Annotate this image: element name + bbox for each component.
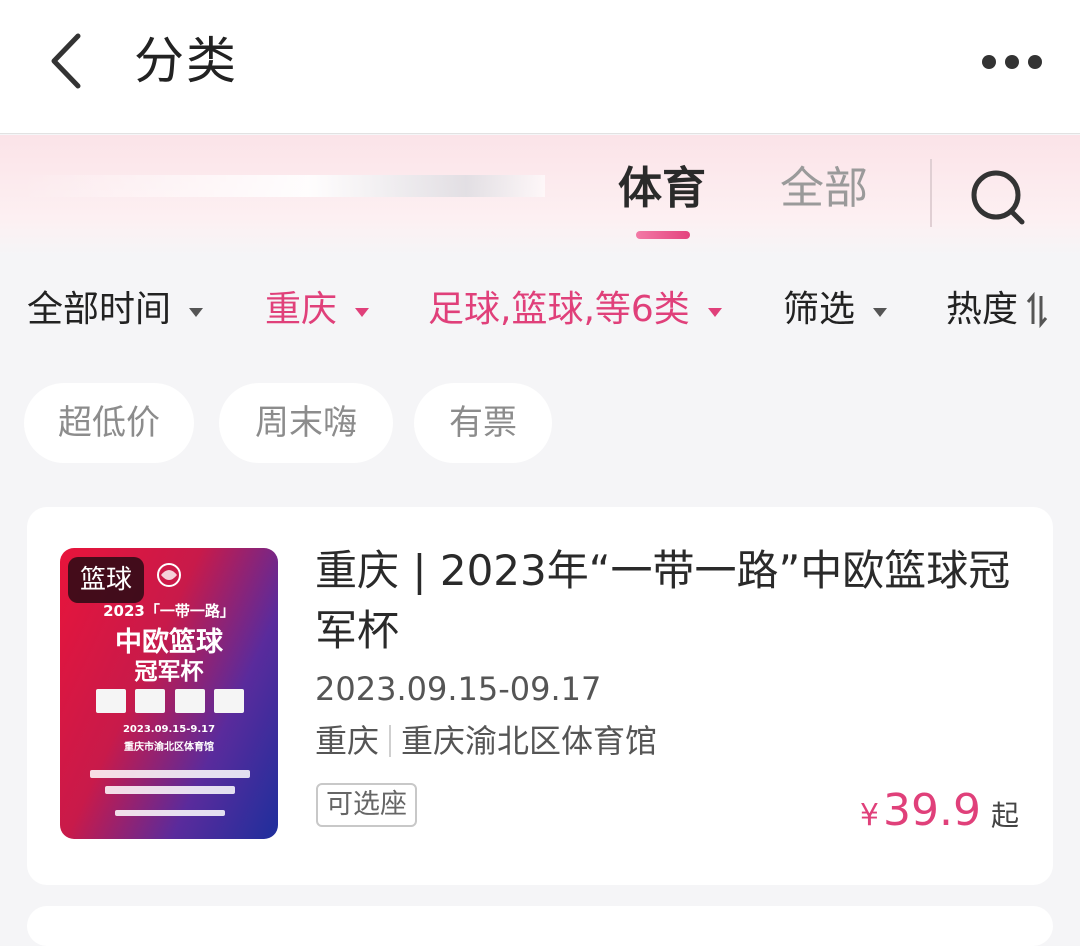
price-suffix: 起 [990,799,1019,832]
caret-down-icon [707,307,722,317]
chip-low-price[interactable]: 超低价 [24,383,194,463]
event-price: ¥ 39.9 起 [860,785,1019,836]
filter-bar: 全部时间 重庆 足球,篮球,等6类 筛选 热度 [0,280,1080,340]
filter-category[interactable]: 足球,篮球,等6类 [428,280,722,340]
price-currency: ¥ [859,798,880,833]
active-tab-indicator [636,231,690,239]
filter-time[interactable]: 全部时间 [27,280,204,340]
tab-sports[interactable]: 体育 [618,159,706,219]
category-badge: 篮球 [68,557,145,603]
team-crests [96,689,244,713]
filter-screen-label: 筛选 [783,289,856,330]
top-bar: 分类 [0,0,1080,134]
team-crest-icon [213,689,244,713]
search-icon[interactable] [968,167,1028,227]
poster-sponsor-strip [115,810,225,816]
team-crest-icon [174,689,205,713]
event-venue: 重庆渝北区体育馆 [401,722,658,760]
category-tab-bar: 体育 全部 [0,135,1080,255]
more-dots-icon[interactable] [982,50,1042,74]
event-location: 重庆 重庆渝北区体育馆 [315,719,657,763]
event-date: 2023.09.15-09.17 [315,670,602,708]
filter-city-label: 重庆 [265,289,338,330]
location-divider [389,725,392,757]
caret-down-icon [189,307,204,317]
filter-sort[interactable]: 热度 [946,280,1048,340]
tab-all[interactable]: 全部 [780,159,868,219]
page-title: 分类 [134,32,238,90]
caret-down-icon [873,307,888,317]
team-crest-icon [96,689,126,713]
filter-category-label: 足球,篮球,等6类 [428,289,690,330]
poster-venue: 重庆市渝北区体育馆 [124,742,214,753]
price-value: 39.9 [883,785,981,836]
event-city: 重庆 [315,722,380,760]
event-card-next[interactable] [27,906,1053,946]
filter-screen[interactable]: 筛选 [783,280,888,340]
poster-line1: 2023「一带一路」 [103,602,235,620]
chip-weekend[interactable]: 周末嗨 [219,383,393,463]
filter-sort-label: 热度 [946,289,1019,330]
poster-line3: 冠军杯 [134,659,204,685]
tournament-logo-icon [157,563,181,587]
poster-date: 2023.09.15-9.17 [122,724,216,735]
event-card[interactable]: 篮球 2023「一带一路」 中欧篮球 冠军杯 2023.09.15-9.17 重… [27,507,1053,885]
event-poster[interactable]: 篮球 2023「一带一路」 中欧篮球 冠军杯 2023.09.15-9.17 重… [60,548,278,839]
team-crest-icon [135,689,166,713]
scroll-fade [20,175,545,197]
filter-city[interactable]: 重庆 [265,280,370,340]
poster-sponsor-strip [105,786,235,794]
seat-selectable-tag: 可选座 [316,783,417,827]
chevron-left-icon[interactable] [40,28,96,94]
caret-down-icon [355,307,370,317]
sort-icon [1026,292,1048,328]
filter-time-label: 全部时间 [27,289,172,330]
tab-divider [930,159,932,227]
event-title[interactable]: 重庆 | 2023年“一带一路”中欧篮球冠军杯 [315,541,1025,661]
chip-has-tickets[interactable]: 有票 [414,383,552,463]
poster-sponsor-strip [90,770,250,778]
